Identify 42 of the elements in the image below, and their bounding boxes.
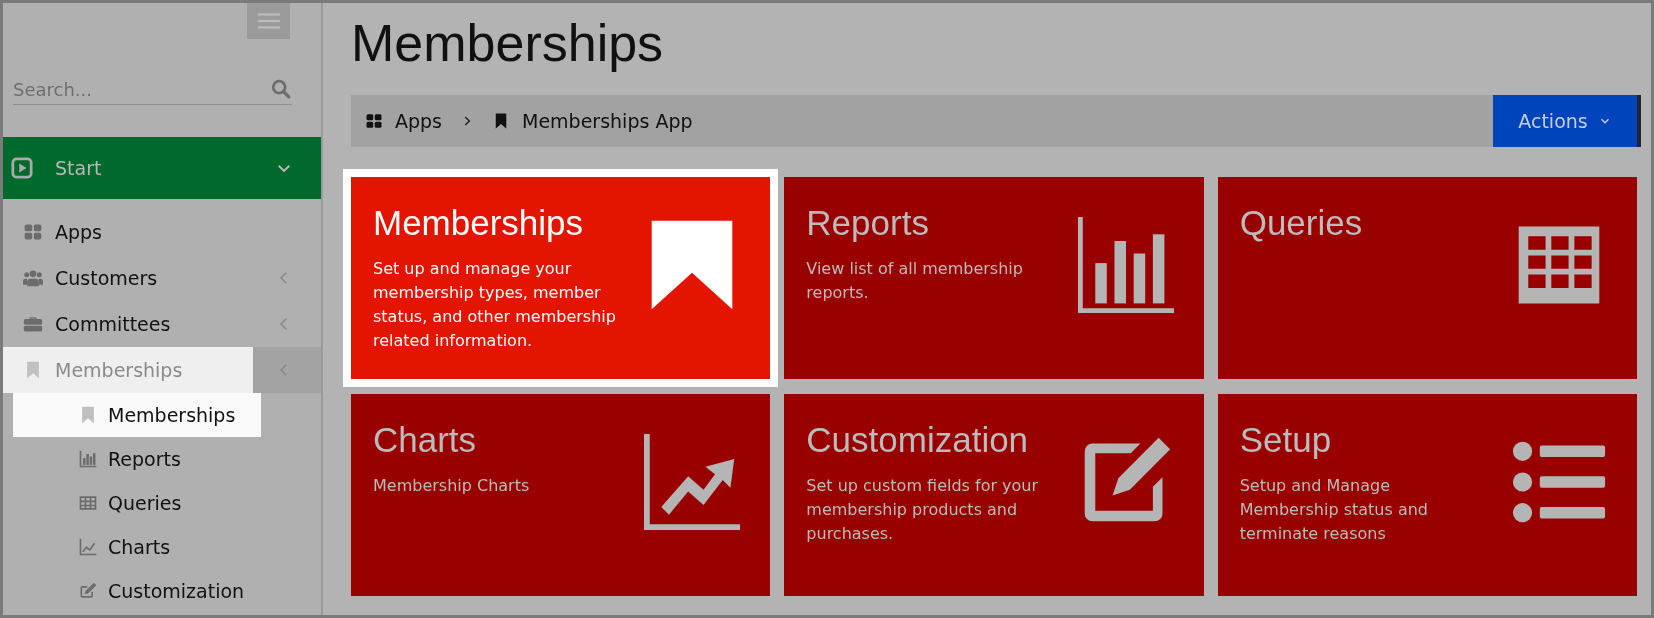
tile-description: Set up and manage your membership types, member status, and other membership related information. bbox=[373, 258, 617, 352]
tile-description: Set up custom fields for your membership products and purchases. bbox=[806, 475, 1040, 545]
tile-title: Charts bbox=[373, 420, 478, 460]
grid-icon bbox=[365, 112, 383, 130]
line-chart-icon bbox=[644, 434, 741, 530]
tile-title: Customization bbox=[806, 420, 1030, 460]
briefcase-icon bbox=[23, 314, 43, 334]
sidebar-item[interactable]: Customers bbox=[3, 255, 321, 301]
table-icon bbox=[78, 493, 98, 513]
tile-description: Setup and Manage Membership status and terminate reasons bbox=[1239, 475, 1429, 545]
line-chart-icon bbox=[78, 537, 98, 557]
sidebar-subitem[interactable]: Memberships bbox=[13, 393, 261, 437]
app-tile[interactable]: Setup Setup and Manage Membership status and terminate reasons bbox=[1217, 394, 1637, 596]
tile-title: Setup bbox=[1239, 420, 1333, 460]
bar-chart-icon bbox=[1077, 217, 1174, 313]
grid-icon bbox=[23, 222, 43, 242]
sidebar-item[interactable]: Committees bbox=[3, 301, 321, 347]
sidebar-item[interactable]: Apps bbox=[3, 209, 321, 255]
users-icon bbox=[23, 268, 43, 288]
tile-title: Memberships bbox=[373, 203, 585, 243]
search-field[interactable]: Search... bbox=[13, 78, 270, 100]
tile-title: Reports bbox=[806, 203, 930, 243]
play-icon bbox=[11, 157, 33, 179]
page-title: Memberships bbox=[351, 13, 665, 74]
bar-chart-icon bbox=[78, 449, 98, 469]
app-tile[interactable]: Charts Membership Charts bbox=[351, 394, 771, 596]
breadcrumb-link[interactable]: Apps bbox=[365, 110, 443, 132]
tile-title: Queries bbox=[1239, 203, 1363, 243]
actions-button[interactable]: Actions bbox=[1493, 95, 1641, 147]
menu-button[interactable] bbox=[247, 3, 290, 39]
tile-description: View list of all membership reports. bbox=[806, 258, 1024, 304]
breadcrumb-link[interactable]: Memberships App bbox=[492, 110, 693, 132]
app-tile[interactable]: Customization Set up custom fields for your membership products and purchases. bbox=[784, 394, 1204, 596]
sidebar-subitem[interactable]: Charts bbox=[3, 525, 321, 569]
tile-description: Membership Charts bbox=[373, 475, 530, 497]
sidebar-subitem[interactable]: Queries bbox=[3, 481, 321, 525]
edit-icon bbox=[78, 581, 98, 601]
sidebar-subitem[interactable]: Customization bbox=[3, 569, 321, 613]
app-tile[interactable]: Reports View list of all membership reports. bbox=[784, 177, 1204, 379]
app-tile[interactable]: Queries bbox=[1217, 177, 1637, 379]
sidebar-subitem[interactable]: Reports bbox=[3, 437, 321, 481]
search-icon[interactable] bbox=[270, 78, 292, 100]
